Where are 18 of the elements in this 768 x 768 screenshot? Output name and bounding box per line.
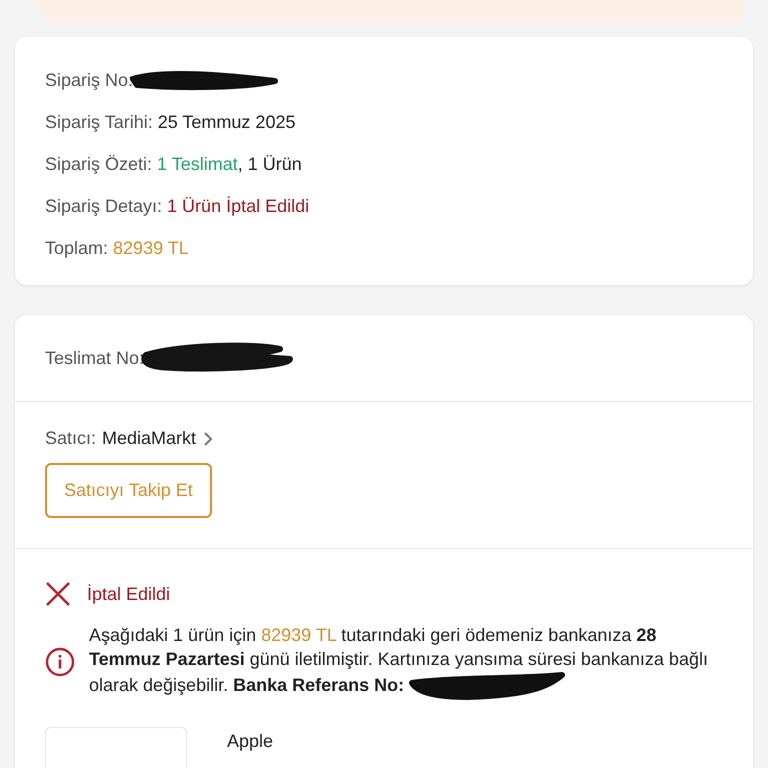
info-icon bbox=[45, 647, 75, 677]
close-icon bbox=[45, 581, 71, 607]
refund-message: Aşağıdaki 1 ürün için 82939 TL tutarındaki geri ödemeniz bankanıza 28 Temmuz Pazartesi günü iletilmiştir. Kartınıza yansıma süresi bankanıza bağlı olarak değişebilir. Banka Referans No: bbox=[89, 623, 719, 701]
seller-link[interactable]: MediaMarkt bbox=[102, 428, 196, 449]
field-label: Sipariş No: bbox=[45, 70, 134, 90]
field-label: Sipariş Tarihi: bbox=[45, 112, 153, 132]
seller-label: Satıcı: bbox=[45, 428, 96, 449]
field-label: Sipariş Özeti: bbox=[45, 154, 152, 174]
product-brand: Apple bbox=[227, 731, 274, 753]
field-value: 1 Teslimat, 1 Ürün bbox=[157, 154, 302, 174]
field-label: Sipariş Detayı: bbox=[45, 196, 162, 216]
delivery-number-label: Teslimat No: bbox=[45, 348, 144, 368]
field-label: Toplam: bbox=[45, 238, 108, 258]
field-value: 25 Temmuz 2025 bbox=[158, 112, 296, 132]
field-value: 1 Ürün İptal Edildi bbox=[167, 196, 310, 216]
chevron-right-icon[interactable] bbox=[202, 430, 214, 448]
field-value: 82939 TL bbox=[113, 238, 189, 258]
status-text: İptal Edildi bbox=[87, 584, 170, 604]
